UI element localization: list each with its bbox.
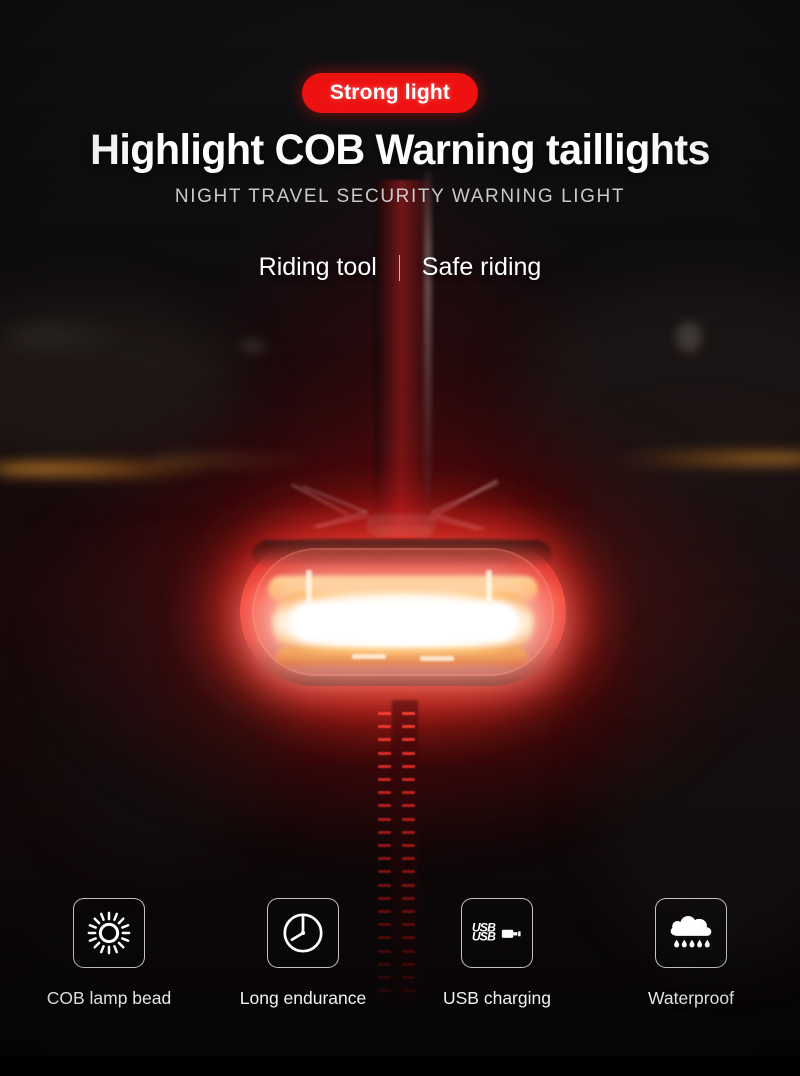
tagline: Riding tool Safe riding xyxy=(0,253,800,282)
taillight-led-segment xyxy=(486,570,492,604)
reflector-dash xyxy=(402,778,415,781)
reflector-dash xyxy=(402,712,415,715)
clock-icon xyxy=(283,913,323,953)
reflector-dash xyxy=(402,751,415,755)
taillight-amber-band-lower xyxy=(276,648,528,666)
reflector-dash xyxy=(378,883,391,887)
usb-icon: USB USB xyxy=(472,920,521,943)
reflector-dash xyxy=(378,791,391,795)
taillight-led-segment xyxy=(306,570,312,604)
reflector-dash xyxy=(402,883,415,887)
reflector-dash xyxy=(378,764,391,768)
reflector-dash xyxy=(378,817,391,821)
reflector-dash xyxy=(402,791,415,795)
reflector-dash xyxy=(378,804,391,808)
reflector-dash xyxy=(378,725,391,729)
feature-item-long-endurance: Long endurance xyxy=(224,898,382,1009)
feature-label: Waterproof xyxy=(648,988,734,1008)
page-title: Highlight COB Warning taillights xyxy=(90,126,710,174)
feature-item-cob-lamp-bead: COB lamp bead xyxy=(30,898,188,1009)
taillight-led-segment xyxy=(420,656,454,661)
feature-item-usb-charging: USB USB USB charging xyxy=(418,898,576,1009)
taillight-led-hotspot xyxy=(290,603,518,641)
reflector-dash xyxy=(378,870,391,874)
product-poster: Strong light Highlight COB Warning taill… xyxy=(0,0,800,1076)
feature-label: COB lamp bead xyxy=(46,988,172,1008)
reflector-dash xyxy=(378,712,391,715)
feature-icon-box xyxy=(267,898,339,968)
taillight-led-segment xyxy=(352,654,386,659)
reflector-dash xyxy=(378,857,391,861)
tagline-right: Safe riding xyxy=(421,253,542,281)
feature-icon-box xyxy=(73,898,145,968)
reflector-dash xyxy=(402,870,415,874)
feature-label: USB charging xyxy=(443,988,551,1008)
feature-label: Long endurance xyxy=(239,988,367,1008)
reflector-dash xyxy=(378,738,391,742)
strong-light-badge: Strong light xyxy=(302,73,478,113)
page-subtitle: NIGHT TRAVEL SECURITY WARNING LIGHT xyxy=(174,186,626,207)
tagline-divider xyxy=(398,254,400,281)
reflector-dash xyxy=(378,830,391,834)
reflector-dash xyxy=(402,830,415,834)
reflector-dash xyxy=(402,817,415,821)
feature-item-waterproof: Waterproof xyxy=(612,898,770,1009)
rain-cloud-icon xyxy=(670,915,712,948)
tagline-left: Riding tool xyxy=(258,253,377,281)
feature-strip: COB lamp bead Long endurance USB USB USB… xyxy=(0,898,800,1009)
reflector-dash xyxy=(378,844,391,847)
reflector-dash xyxy=(402,844,415,847)
usb-icon-text-shadow: USB xyxy=(472,929,496,943)
feature-icon-box xyxy=(655,898,727,968)
badge-label: Strong light xyxy=(329,81,451,104)
reflector-dash xyxy=(402,725,415,729)
reflector-dash xyxy=(402,857,415,861)
feature-icon-box: USB USB xyxy=(461,898,533,968)
reflector-dash xyxy=(402,764,415,768)
reflector-dash xyxy=(402,804,415,808)
reflector-dash xyxy=(378,751,391,755)
reflector-dash xyxy=(402,738,415,742)
bottom-black-band xyxy=(0,1056,800,1076)
reflector-dash xyxy=(378,778,391,781)
sun-icon xyxy=(87,911,131,955)
